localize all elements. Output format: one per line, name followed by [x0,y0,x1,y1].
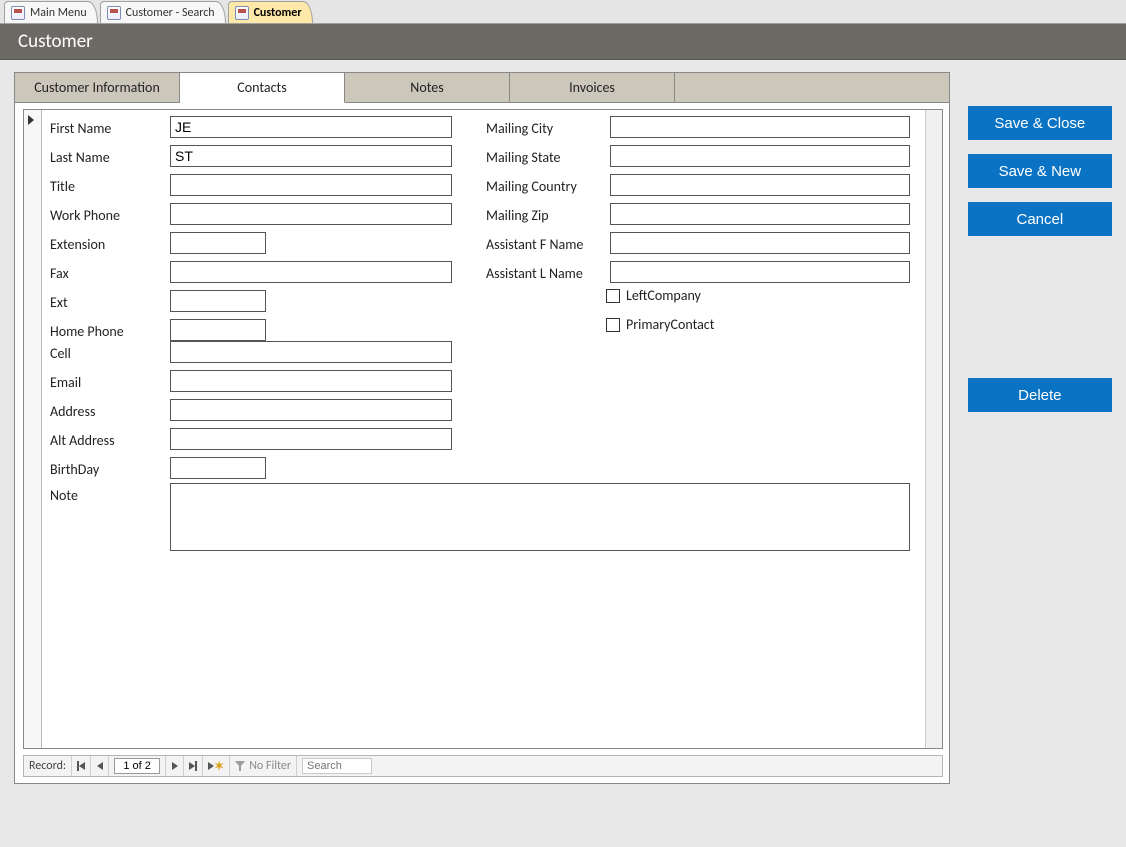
label-left-company: LeftCompany [626,287,701,304]
subform: First Name Last Name Title Work Phone Ex… [15,103,949,783]
cell-field[interactable] [170,341,452,363]
doctab-customer-search[interactable]: Customer - Search [100,1,226,23]
label-cell: Cell [50,345,71,362]
extension-field[interactable] [170,232,266,254]
action-buttons: Save & Close Save & New Cancel Delete [968,72,1112,412]
label-ext: Ext [50,294,68,311]
tab-notes[interactable]: Notes [345,73,510,102]
doctab-label: Customer - Search [126,6,215,20]
label-extension: Extension [50,236,105,253]
form-icon [107,6,121,20]
label-mailing-state: Mailing State [486,149,560,166]
primary-contact-checkbox[interactable] [606,318,620,332]
label-address: Address [50,403,95,420]
record-selector[interactable] [24,110,42,748]
label-home-phone: Home Phone [50,323,124,340]
nav-new-button[interactable]: ✶ [203,756,230,776]
label-birthday: BirthDay [50,461,99,478]
tab-customer-information[interactable]: Customer Information [15,73,180,102]
fax-field[interactable] [170,261,452,283]
record-navigation: Record: ✶ No Filter [23,755,943,777]
main-area: Customer Information Contacts Notes Invo… [0,60,1126,847]
assistant-f-name-field[interactable] [610,232,910,254]
mailing-zip-field[interactable] [610,203,910,225]
label-title: Title [50,178,75,195]
label-assistant-l-name: Assistant L Name [486,265,583,282]
label-note: Note [50,487,78,504]
ext-field[interactable] [170,290,266,312]
mailing-city-field[interactable] [610,116,910,138]
label-email: Email [50,374,81,391]
work-phone-field[interactable] [170,203,452,225]
document-tabs: Main Menu Customer - Search Customer [0,0,1126,24]
last-name-field[interactable] [170,145,452,167]
title-field[interactable] [170,174,452,196]
label-first-name: First Name [50,120,111,137]
save-close-button[interactable]: Save & Close [968,106,1112,140]
page-title: Customer [18,30,93,53]
doctab-label: Customer [254,6,302,20]
address-field[interactable] [170,399,452,421]
current-record-icon [28,115,34,125]
cancel-button[interactable]: Cancel [968,202,1112,236]
doctab-customer[interactable]: Customer [228,1,313,23]
form-icon [235,6,249,20]
record-position-input[interactable] [114,758,160,774]
label-alt-address: Alt Address [50,432,115,449]
fields-area: First Name Last Name Title Work Phone Ex… [50,116,936,742]
subtab-label: Customer Information [34,79,160,96]
form-panel: Customer Information Contacts Notes Invo… [14,72,950,784]
record-position-box[interactable] [109,756,166,776]
search-segment [297,756,377,776]
form-header: Customer [0,24,1126,60]
record-search-input[interactable] [302,758,372,774]
subtabs: Customer Information Contacts Notes Invo… [15,73,949,103]
label-mailing-city: Mailing City [486,120,553,137]
subtab-label: Contacts [237,79,286,96]
doctab-main-menu[interactable]: Main Menu [4,1,98,23]
label-fax: Fax [50,265,69,282]
left-company-checkbox[interactable] [606,289,620,303]
label-last-name: Last Name [50,149,110,166]
tab-invoices[interactable]: Invoices [510,73,675,102]
nav-last-button[interactable] [184,756,203,776]
birthday-field[interactable] [170,457,266,479]
tab-contacts[interactable]: Contacts [180,73,345,103]
first-name-field[interactable] [170,116,452,138]
form-icon [11,6,25,20]
nav-first-button[interactable] [72,756,91,776]
filter-icon [235,761,245,771]
label-mailing-country: Mailing Country [486,178,577,195]
label-primary-contact: PrimaryContact [626,316,714,333]
mailing-country-field[interactable] [610,174,910,196]
subform-inner: First Name Last Name Title Work Phone Ex… [23,109,943,749]
doctab-label: Main Menu [30,6,87,20]
subtab-label: Notes [410,79,443,96]
alt-address-field[interactable] [170,428,452,450]
filter-label: No Filter [249,759,291,773]
label-work-phone: Work Phone [50,207,120,224]
save-new-button[interactable]: Save & New [968,154,1112,188]
delete-button[interactable]: Delete [968,378,1112,412]
label-mailing-zip: Mailing Zip [486,207,549,224]
subtab-label: Invoices [569,79,615,96]
note-field[interactable] [170,483,910,551]
label-assistant-f-name: Assistant F Name [486,236,583,253]
filter-indicator[interactable]: No Filter [230,756,297,776]
email-field[interactable] [170,370,452,392]
nav-prev-button[interactable] [91,756,109,776]
assistant-l-name-field[interactable] [610,261,910,283]
record-label: Record: [24,756,72,776]
nav-next-button[interactable] [166,756,184,776]
mailing-state-field[interactable] [610,145,910,167]
home-phone-field[interactable] [170,319,266,341]
